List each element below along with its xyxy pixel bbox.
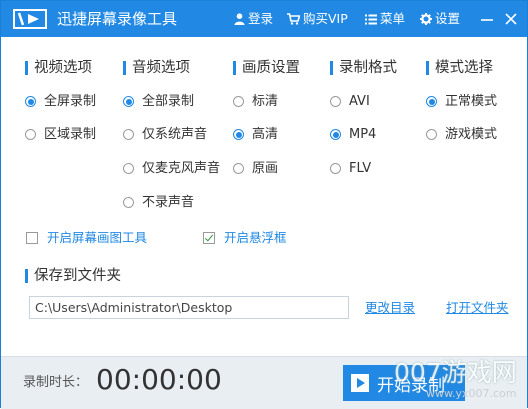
minimize-icon[interactable]	[479, 11, 495, 27]
format-mp4-radio[interactable]: MP4	[330, 127, 376, 142]
app-title: 迅捷屏幕录像工具	[57, 10, 178, 28]
section-marker	[233, 61, 236, 75]
audio-all-radio[interactable]: 全部录制	[123, 94, 194, 109]
main-menu[interactable]: 菜单	[365, 12, 405, 26]
video-fullscreen-radio[interactable]: 全屏录制	[25, 94, 96, 109]
option-label: 区域录制	[44, 127, 97, 142]
checkbox-label: 开启屏幕画图工具	[47, 230, 148, 245]
watermark-url: www.yx007.com	[426, 387, 517, 400]
audio-options-title: 音频选项	[132, 60, 190, 76]
option-label: 游戏模式	[445, 127, 498, 142]
radio-indicator	[25, 96, 36, 107]
buy-vip-label: 购买VIP	[303, 11, 348, 26]
app-window: 迅捷屏幕录像工具 登录 购买VIP 菜单 设置 视频选项 全屏录制 区域录制 音…	[0, 0, 528, 409]
watermark-text: 007游戏网	[394, 358, 517, 387]
option-label: 高清	[252, 127, 279, 142]
play-icon	[351, 374, 369, 392]
menu-label: 菜单	[380, 11, 406, 26]
duration-label: 录制时长：	[23, 375, 89, 390]
radio-indicator	[25, 129, 36, 140]
section-marker	[123, 61, 126, 75]
format-title: 录制格式	[339, 60, 397, 76]
quality-title: 画质设置	[242, 60, 300, 76]
video-region-radio[interactable]: 区域录制	[25, 127, 96, 142]
app-logo-icon	[13, 9, 47, 29]
radio-indicator	[426, 96, 437, 107]
buy-vip-menu[interactable]: 购买VIP	[287, 12, 348, 26]
radio-indicator	[123, 96, 134, 107]
radio-indicator	[330, 129, 341, 140]
screen-draw-checkbox[interactable]: 开启屏幕画图工具	[26, 230, 147, 245]
duration-value: 00:00:00	[96, 363, 222, 396]
open-folder-link[interactable]: 打开文件夹	[446, 301, 509, 315]
gear-icon	[420, 13, 432, 25]
mode-normal-radio[interactable]: 正常模式	[426, 94, 497, 109]
radio-indicator	[123, 197, 134, 208]
close-icon[interactable]	[503, 11, 519, 27]
section-marker	[25, 61, 28, 75]
mode-game-radio[interactable]: 游戏模式	[426, 127, 497, 142]
radio-indicator	[233, 96, 244, 107]
quality-original-radio[interactable]: 原画	[233, 161, 278, 176]
login-label: 登录	[248, 11, 274, 26]
option-label: 仅系统声音	[142, 127, 208, 142]
settings-label: 设置	[435, 11, 461, 26]
option-label: 正常模式	[445, 94, 498, 109]
checkbox-box	[26, 231, 38, 244]
mode-title: 模式选择	[435, 60, 493, 76]
option-label: 标清	[252, 94, 279, 109]
radio-indicator	[233, 129, 244, 140]
section-marker	[426, 61, 429, 75]
option-label: 仅麦克风声音	[142, 161, 221, 176]
option-label: 全屏录制	[44, 94, 97, 109]
title-bar[interactable]: 迅捷屏幕录像工具 登录 购买VIP 菜单 设置	[1, 1, 527, 37]
radio-indicator	[330, 163, 341, 174]
option-label: 全部录制	[142, 94, 195, 109]
user-icon	[234, 13, 245, 25]
option-label: FLV	[349, 161, 372, 176]
format-avi-radio[interactable]: AVI	[330, 94, 370, 109]
option-label: MP4	[349, 127, 377, 142]
option-label: 不录声音	[142, 195, 195, 210]
cart-icon	[287, 13, 300, 25]
section-marker	[330, 61, 333, 75]
quality-sd-radio[interactable]: 标清	[233, 94, 278, 109]
audio-none-radio[interactable]: 不录声音	[123, 195, 194, 210]
checkbox-box	[203, 231, 215, 244]
radio-indicator	[330, 96, 341, 107]
video-options-title: 视频选项	[34, 60, 92, 76]
option-label: AVI	[349, 94, 370, 109]
option-label: 原画	[252, 161, 279, 176]
change-directory-link[interactable]: 更改目录	[365, 301, 415, 315]
login-menu[interactable]: 登录	[234, 12, 273, 26]
checkbox-label: 开启悬浮框	[224, 230, 287, 245]
save-path-input[interactable]	[29, 296, 349, 319]
list-icon	[365, 14, 377, 24]
radio-indicator	[123, 163, 134, 174]
quality-hd-radio[interactable]: 高清	[233, 127, 278, 142]
audio-system-only-radio[interactable]: 仅系统声音	[123, 127, 207, 142]
section-marker	[25, 269, 28, 283]
floating-window-checkbox[interactable]: 开启悬浮框	[203, 230, 287, 245]
radio-indicator	[123, 129, 134, 140]
save-folder-title: 保存到文件夹	[34, 268, 121, 284]
settings-menu[interactable]: 设置	[420, 12, 460, 26]
format-flv-radio[interactable]: FLV	[330, 161, 371, 176]
radio-indicator	[426, 129, 437, 140]
audio-mic-only-radio[interactable]: 仅麦克风声音	[123, 161, 220, 176]
radio-indicator	[233, 163, 244, 174]
